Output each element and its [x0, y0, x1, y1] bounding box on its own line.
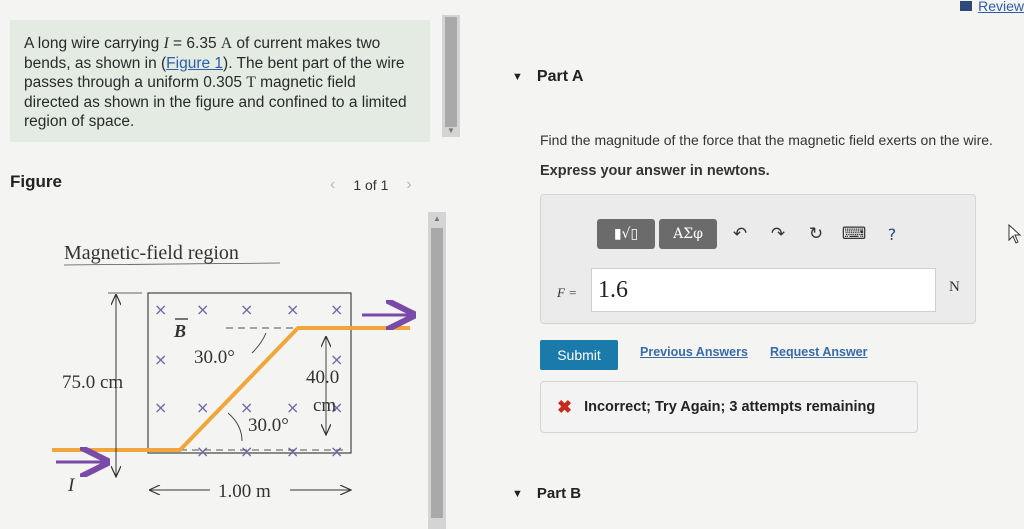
- wire-figure: Magnetic-field region × × × × × × × × × × × × × × ×…: [52, 242, 425, 502]
- field-symbol: B: [173, 321, 186, 341]
- figure-scrollbar-thumb[interactable]: [431, 228, 443, 518]
- angle-top-label: 30.0°: [194, 347, 235, 368]
- svg-text:×: ×: [154, 350, 167, 369]
- figure-scrollbar[interactable]: ▲: [428, 212, 446, 529]
- figure-link[interactable]: Figure 1: [166, 55, 223, 72]
- review-link[interactable]: Review: [960, 0, 1024, 14]
- svg-text:×: ×: [240, 442, 253, 461]
- redo-icon[interactable]: ↷: [759, 224, 797, 244]
- problem-text: A long wire carrying I = 6.35 A of curre…: [24, 35, 407, 130]
- svg-text:×: ×: [286, 300, 299, 319]
- collapse-triangle-icon[interactable]: ▼: [512, 71, 523, 83]
- help-icon[interactable]: ?: [873, 225, 911, 244]
- greek-symbols-button[interactable]: ΑΣφ: [659, 219, 717, 249]
- figure-page-count: 1 of 1: [353, 177, 389, 193]
- svg-text:×: ×: [196, 398, 209, 417]
- svg-text:×: ×: [286, 442, 299, 461]
- undo-icon[interactable]: ↶: [721, 224, 759, 244]
- submit-button[interactable]: Submit: [540, 340, 618, 370]
- math-toolbar: ▮√▯ ΑΣφ ↶ ↷ ↻ ⌨ ?: [597, 219, 911, 249]
- svg-text:×: ×: [330, 300, 343, 319]
- inner-dimension-value: 40.0: [306, 367, 339, 388]
- svg-text:×: ×: [240, 300, 253, 319]
- scroll-down-icon[interactable]: ▼: [447, 126, 455, 135]
- feedback-message: Incorrect; Try Again; 3 attempts remaini…: [584, 399, 876, 415]
- svg-text:×: ×: [196, 442, 209, 461]
- answer-panel: ▮√▯ ΑΣφ ↶ ↷ ↻ ⌨ ? F = 1.6 N: [540, 194, 976, 324]
- request-answer-link[interactable]: Request Answer: [770, 345, 867, 359]
- svg-text:×: ×: [154, 398, 167, 417]
- answer-variable-label: F =: [557, 285, 577, 300]
- problem-scrollbar-thumb[interactable]: [445, 17, 457, 127]
- question-text: Find the magnitude of the force that the…: [540, 132, 993, 148]
- region-label: Magnetic-field region: [64, 242, 239, 264]
- angle-bottom-label: 30.0°: [248, 415, 289, 436]
- height-label: 75.0 cm: [62, 372, 123, 393]
- chevron-left-icon[interactable]: ‹: [330, 176, 335, 194]
- mouse-cursor-icon: [1008, 224, 1022, 244]
- chevron-right-icon[interactable]: ›: [406, 176, 411, 194]
- answer-input[interactable]: 1.6: [591, 268, 936, 312]
- svg-text:×: ×: [330, 442, 343, 461]
- collapse-triangle-icon[interactable]: ▼: [512, 488, 523, 500]
- scroll-up-icon[interactable]: ▲: [433, 214, 441, 223]
- feedback-box: ✖ Incorrect; Try Again; 3 attempts remai…: [540, 381, 918, 433]
- figure-pager: ‹ 1 of 1 ›: [330, 176, 412, 194]
- template-button[interactable]: ▮√▯: [597, 219, 655, 249]
- svg-text:×: ×: [196, 300, 209, 319]
- current-label: I: [67, 475, 76, 496]
- answer-unit: N: [949, 279, 960, 295]
- width-label: 1.00 m: [218, 481, 271, 502]
- incorrect-icon: ✖: [557, 396, 573, 417]
- part-b-header[interactable]: ▼ Part B: [512, 485, 581, 502]
- previous-answers-link[interactable]: Previous Answers: [640, 345, 748, 359]
- reset-icon[interactable]: ↻: [797, 224, 835, 244]
- keyboard-icon[interactable]: ⌨: [835, 224, 873, 244]
- review-icon: [960, 1, 973, 11]
- problem-scrollbar[interactable]: ▼: [442, 15, 460, 137]
- inner-dimension-unit: cm: [313, 395, 336, 416]
- answer-instructions: Express your answer in newtons.: [540, 163, 770, 179]
- figure-header: Figure: [10, 172, 62, 191]
- svg-text:×: ×: [154, 300, 167, 319]
- part-a-header[interactable]: ▼ Part A: [512, 68, 583, 86]
- problem-statement: A long wire carrying I = 6.35 A of curre…: [10, 20, 430, 142]
